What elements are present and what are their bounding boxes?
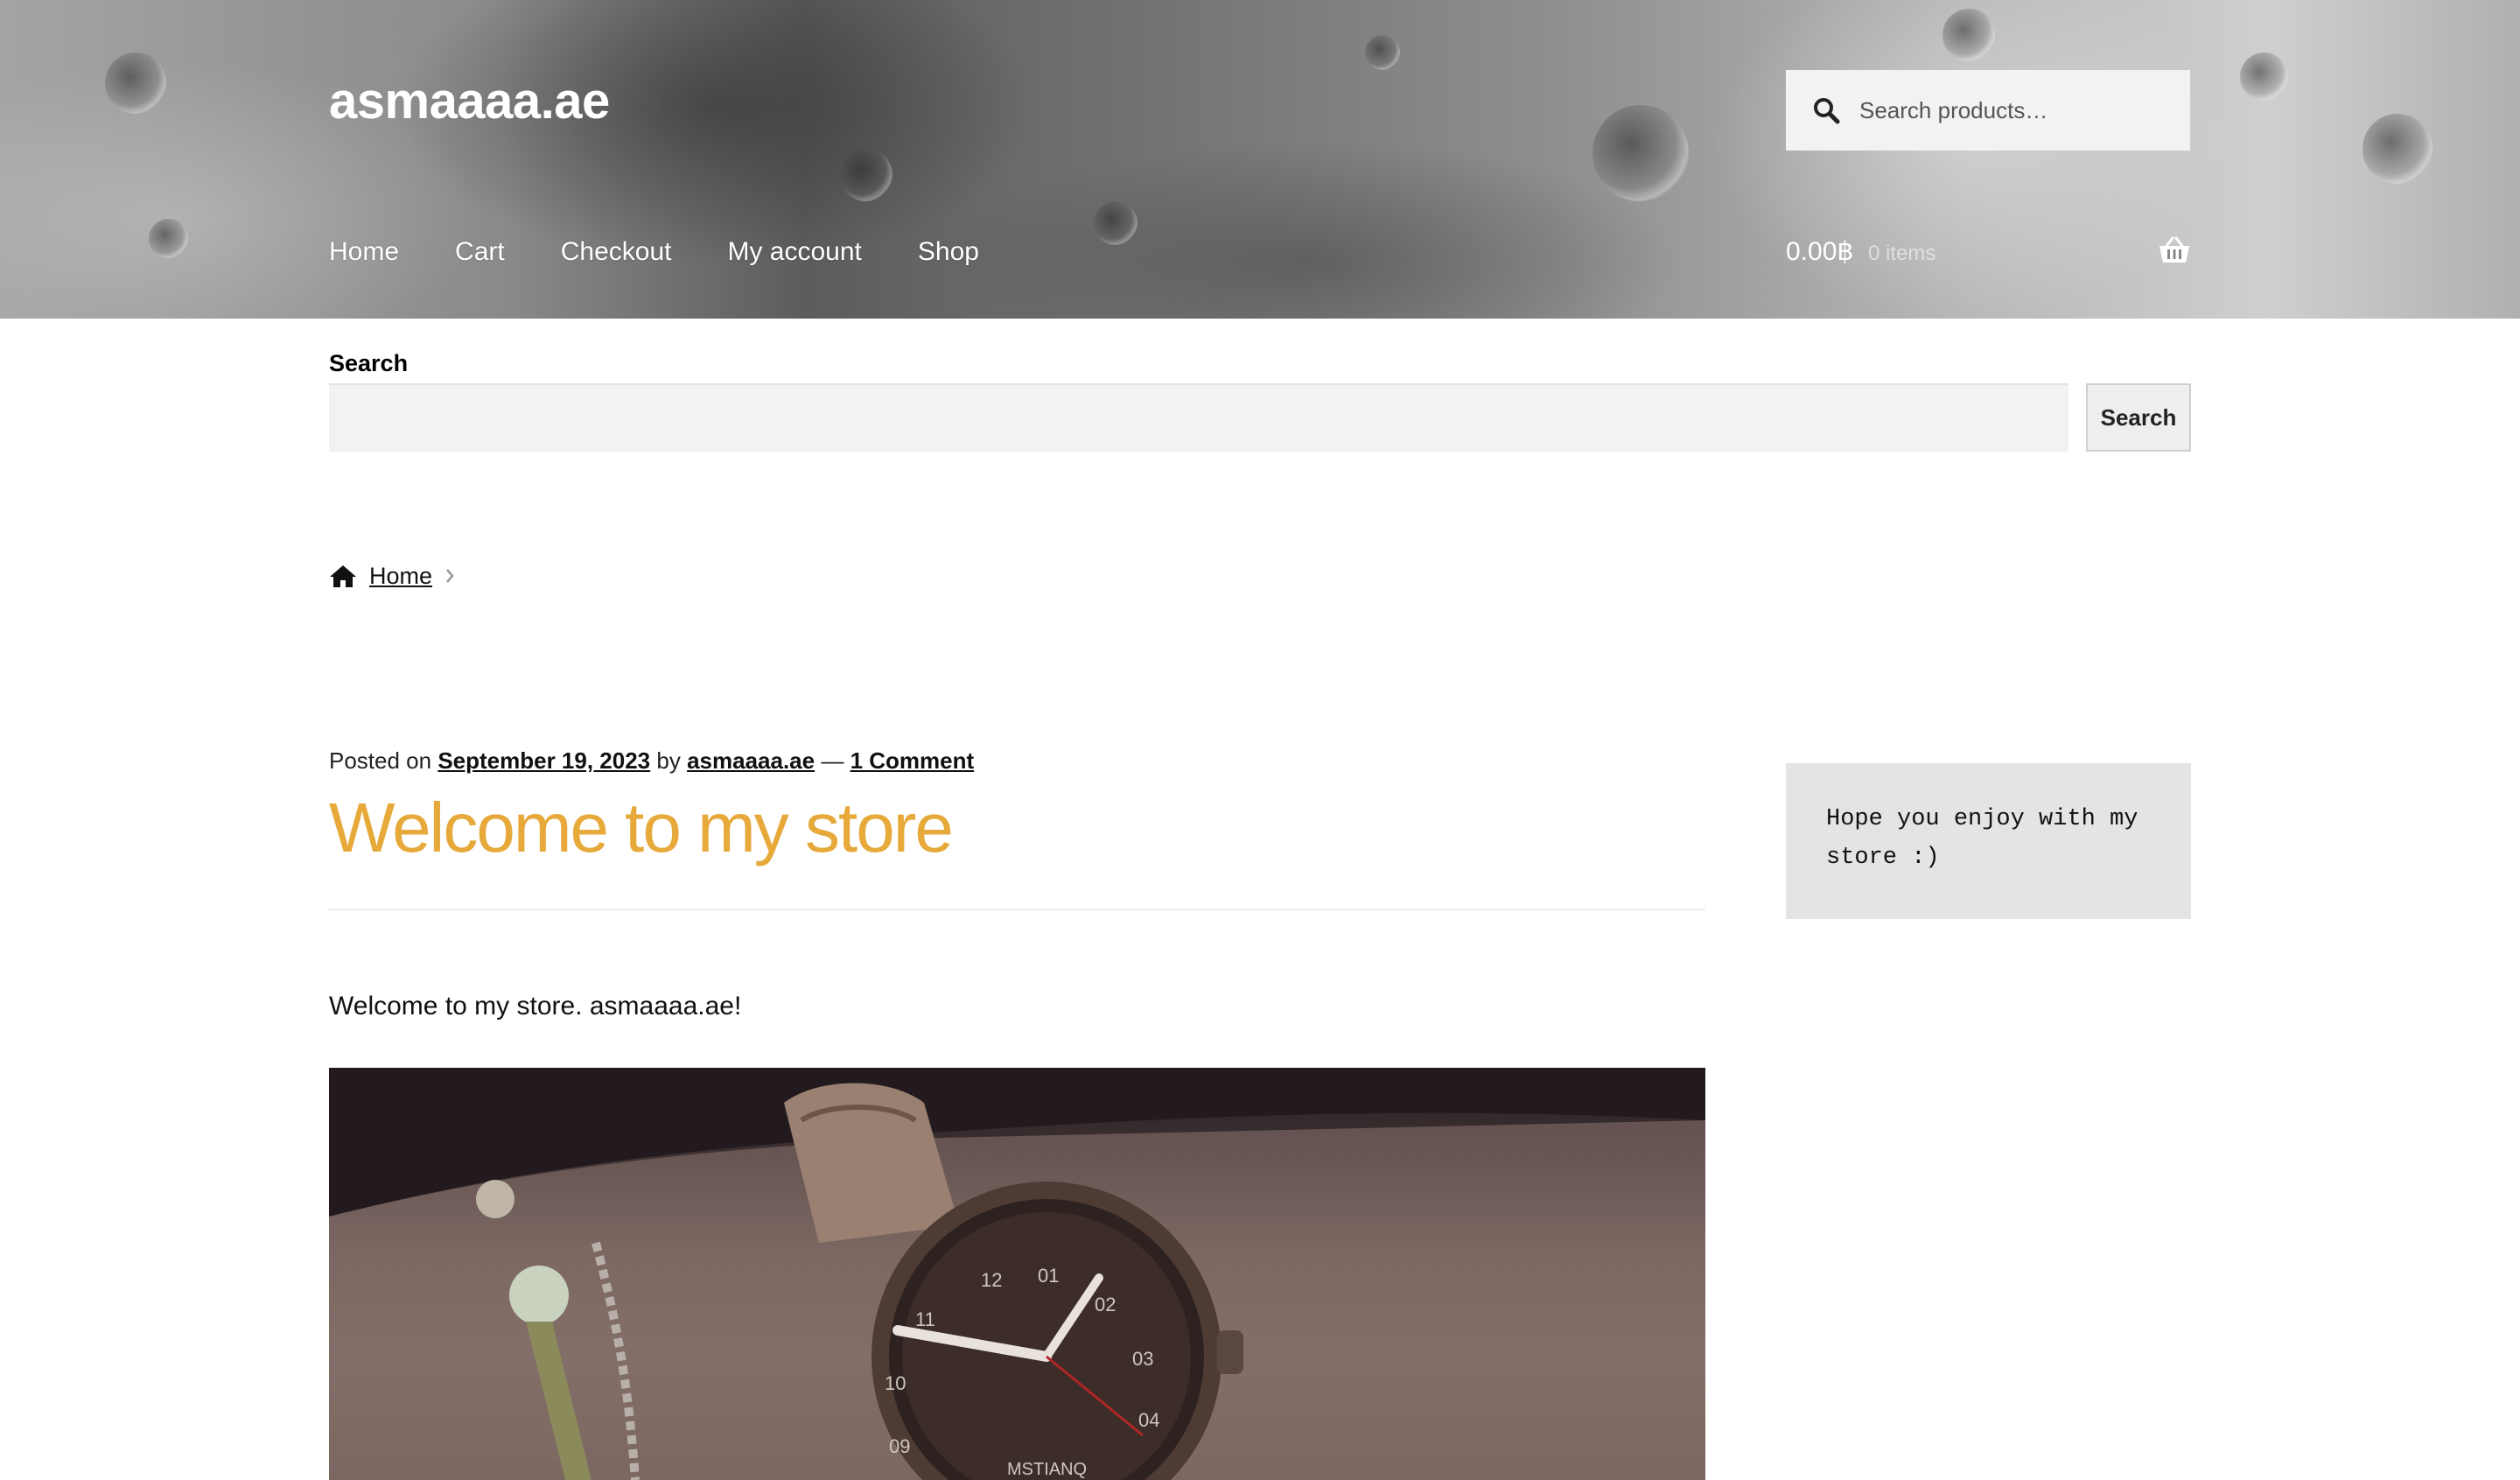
nav-cart[interactable]: Cart bbox=[455, 235, 505, 270]
post-author-link[interactable]: asmaaaa.ae bbox=[687, 747, 815, 774]
header-texture bbox=[1094, 201, 1138, 245]
home-icon bbox=[330, 565, 356, 587]
search-label: Search bbox=[329, 350, 409, 376]
post-title[interactable]: Welcome to my store bbox=[329, 779, 954, 877]
dial-number: 03 bbox=[1132, 1348, 1153, 1370]
dial-number: 10 bbox=[885, 1372, 906, 1394]
site-title[interactable]: asmaaaa.ae bbox=[329, 70, 610, 133]
search-input[interactable] bbox=[329, 383, 2068, 452]
nav-my-account[interactable]: My account bbox=[727, 235, 861, 270]
header-texture bbox=[2362, 114, 2432, 184]
chevron-right-icon bbox=[446, 569, 454, 583]
post-meta: Posted on September 19, 2023 by asmaaaa.… bbox=[329, 746, 974, 775]
dial-number: 02 bbox=[1095, 1294, 1116, 1315]
header-texture bbox=[105, 53, 166, 114]
nav-checkout[interactable]: Checkout bbox=[561, 235, 672, 270]
dial-number: 11 bbox=[915, 1308, 935, 1330]
breadcrumb-home-link[interactable]: Home bbox=[369, 563, 432, 590]
dial-number: 09 bbox=[889, 1435, 910, 1457]
sidebar-widget-text: Hope you enjoy with my store :) bbox=[1826, 806, 2138, 871]
by-label: by bbox=[656, 747, 681, 774]
cart-item-count[interactable]: 0 items bbox=[1868, 238, 1936, 270]
breadcrumb: Home bbox=[329, 560, 455, 592]
header-texture bbox=[2240, 53, 2288, 101]
product-search-placeholder: Search products… bbox=[1859, 96, 2048, 123]
header-texture bbox=[840, 149, 892, 201]
posted-on-label: Posted on bbox=[329, 747, 432, 774]
post-body: Welcome to my store. asmaaaa.ae! bbox=[329, 992, 742, 1021]
post-image: 12 01 02 03 04 11 10 09 MSTIANQ bbox=[329, 1068, 1705, 1480]
header-texture bbox=[1365, 35, 1400, 70]
product-search-input[interactable]: Search products… bbox=[1786, 70, 2190, 151]
cart-total[interactable]: 0.00฿ bbox=[1786, 235, 1853, 270]
site-header: asmaaaa.ae Home Cart Checkout My account… bbox=[0, 0, 2520, 319]
search-button[interactable]: Search bbox=[2086, 383, 2191, 452]
comments-link[interactable]: 1 Comment bbox=[850, 747, 975, 774]
nav-shop[interactable]: Shop bbox=[918, 235, 979, 270]
dial-number: 12 bbox=[981, 1269, 1002, 1291]
dial-number: 04 bbox=[1138, 1409, 1159, 1431]
search-icon bbox=[1814, 98, 1840, 124]
primary-nav: Home Cart Checkout My account Shop bbox=[329, 235, 1035, 270]
header-texture bbox=[149, 219, 188, 258]
header-texture bbox=[1942, 9, 1995, 61]
nav-home[interactable]: Home bbox=[329, 235, 399, 270]
meta-separator: — bbox=[821, 747, 844, 774]
sidebar-text-widget: Hope you enjoy with my store :) bbox=[1786, 763, 2191, 919]
dial-number: 01 bbox=[1038, 1265, 1059, 1287]
header-texture bbox=[1592, 105, 1689, 201]
post-date-link[interactable]: September 19, 2023 bbox=[438, 747, 650, 774]
post-divider bbox=[329, 908, 1705, 910]
watch-photo: 12 01 02 03 04 11 10 09 MSTIANQ bbox=[329, 1068, 1705, 1480]
basket-icon[interactable] bbox=[2158, 236, 2191, 264]
watch-brand: MSTIANQ bbox=[1007, 1460, 1087, 1479]
